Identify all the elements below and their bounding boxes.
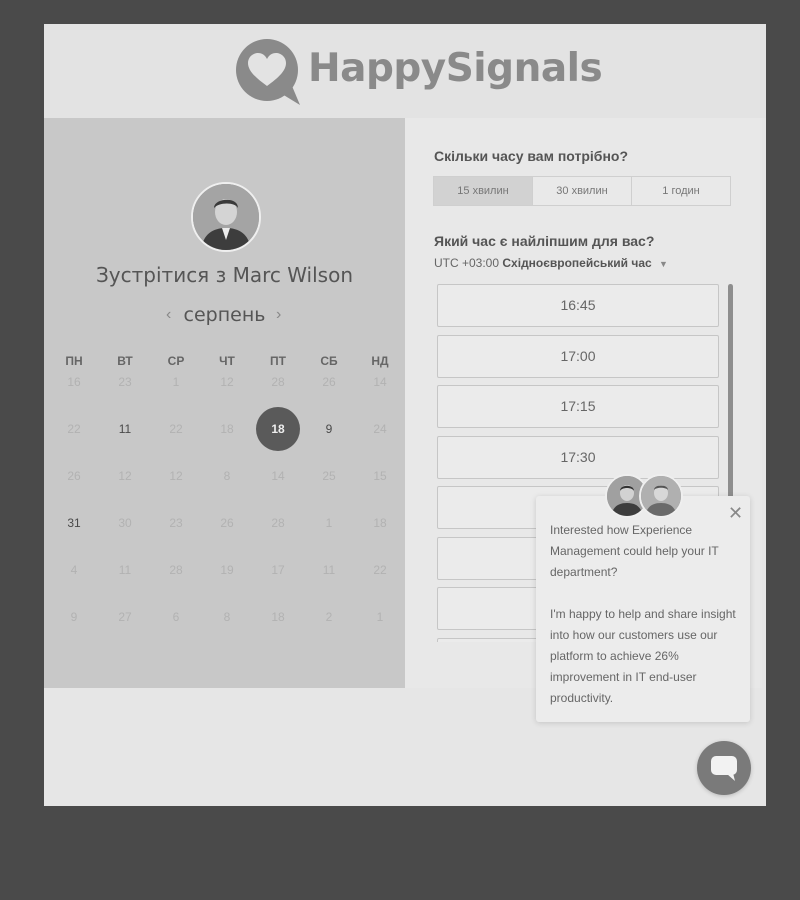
chat-launcher-button[interactable] xyxy=(697,741,751,795)
calendar-day: 15 xyxy=(373,469,387,483)
calendar-day: 26 xyxy=(67,469,81,483)
calendar-day[interactable]: 31 xyxy=(52,501,96,545)
timezone-offset: UTC +03:00 xyxy=(434,256,500,270)
calendar-day: 12 xyxy=(169,469,183,483)
calendar-day: 12 xyxy=(118,469,132,483)
duration-option[interactable]: 1 годин xyxy=(632,177,730,205)
calendar-day: 8 xyxy=(223,469,231,483)
calendar-day: 6 xyxy=(172,610,180,624)
duration-question: Скільки часу вам потрібно? xyxy=(434,148,629,164)
calendar-day: 30 xyxy=(118,516,132,530)
calendar-day: 1 xyxy=(376,610,384,624)
calendar-day: 18 xyxy=(220,422,234,436)
scrollbar-thumb[interactable] xyxy=(728,284,733,506)
duration-option[interactable]: 15 хвилин xyxy=(434,177,533,205)
calendar-day: 1 xyxy=(325,516,333,530)
calendar-day[interactable]: 11 xyxy=(103,407,147,451)
calendar-day: 9 xyxy=(70,610,78,624)
chevron-left-icon[interactable]: ‹ xyxy=(166,306,171,324)
calendar-day: 25 xyxy=(322,469,336,483)
calendar-day: 14 xyxy=(271,469,285,483)
host-calendar-panel: Зустрітися з Marc Wilson серпень ‹ › ПН В… xyxy=(44,118,405,688)
chat-bubble-icon xyxy=(711,756,737,781)
calendar-day: 16 xyxy=(67,375,81,389)
calendar-day[interactable]: 9 xyxy=(307,407,351,451)
agent-avatar xyxy=(639,474,683,518)
timezone-selector[interactable]: UTC +03:00 Східноєвропейський час ▼ xyxy=(434,256,668,270)
brand-name: HappySignals xyxy=(308,46,603,91)
calendar-day: 8 xyxy=(223,610,231,624)
person-avatar-icon xyxy=(193,184,259,250)
calendar-day: 11 xyxy=(322,563,336,577)
timezone-name: Східноєвропейський час xyxy=(502,256,652,270)
calendar-day: 1 xyxy=(172,375,180,389)
duration-option[interactable]: 30 хвилин xyxy=(533,177,632,205)
calendar-day: 22 xyxy=(373,563,387,577)
calendar-day: 23 xyxy=(118,375,132,389)
calendar-day: 4 xyxy=(70,563,78,577)
calendar-day: 18 xyxy=(373,516,387,530)
host-title: Зустрітися з Marc Wilson xyxy=(95,263,353,287)
calendar-day: 22 xyxy=(169,422,183,436)
caret-down-icon: ▼ xyxy=(659,259,668,269)
month-nav: серпень ‹ › xyxy=(44,304,405,328)
time-slot[interactable]: 17:15 xyxy=(437,385,719,428)
header: HappySignals xyxy=(44,24,766,118)
heart-speech-bubble-icon xyxy=(236,39,300,105)
calendar-day: 23 xyxy=(169,516,183,530)
time-slot[interactable]: 17:00 xyxy=(437,334,719,378)
time-slot[interactable]: 16:45 xyxy=(437,284,719,327)
calendar-day: 27 xyxy=(118,610,132,624)
calendar-day: 18 xyxy=(271,610,285,624)
person-avatar-icon xyxy=(641,476,681,516)
calendar-day-selected[interactable]: 18 xyxy=(256,407,300,451)
duration-selector: 15 хвилин 30 хвилин 1 годин xyxy=(433,176,731,206)
calendar-day: 26 xyxy=(220,516,234,530)
calendar-day: 26 xyxy=(322,375,336,389)
calendar-day: 28 xyxy=(271,516,285,530)
chat-popup: ✕ Interested how Experience Management c… xyxy=(536,474,750,722)
calendar-day: 28 xyxy=(169,563,183,577)
calendar-day: 11 xyxy=(118,563,132,577)
time-slot[interactable]: 17:30 xyxy=(437,435,719,479)
calendar-day: 14 xyxy=(373,375,387,389)
calendar-day: 19 xyxy=(220,563,234,577)
calendar-day: 17 xyxy=(271,563,285,577)
host-avatar xyxy=(191,182,261,252)
calendar-day: 28 xyxy=(271,375,285,389)
calendar-day: 22 xyxy=(67,422,81,436)
time-question: Який час є найліпшим для вас? xyxy=(434,233,655,249)
brand-logo: HappySignals xyxy=(234,38,603,108)
chat-message: Interested how Experience Management cou… xyxy=(550,523,736,705)
calendar-day: 2 xyxy=(325,610,333,624)
calendar-day: 12 xyxy=(220,375,234,389)
calendar-day: 24 xyxy=(373,422,387,436)
month-label: серпень xyxy=(183,304,266,326)
chevron-right-icon[interactable]: › xyxy=(276,306,281,324)
